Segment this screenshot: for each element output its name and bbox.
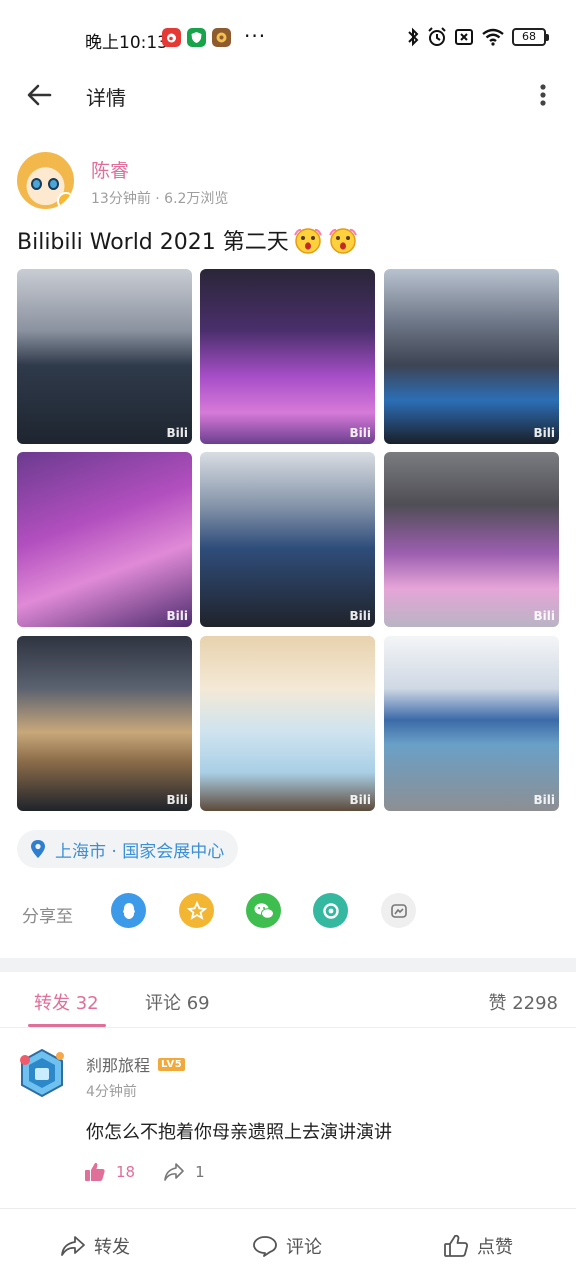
tab-comment[interactable]: 评论 69 xyxy=(145,989,210,1015)
commenter-info: 刹那旅程 LV5 xyxy=(86,1052,186,1076)
share-label: 分享至 xyxy=(22,907,73,927)
back-arrow-icon[interactable] xyxy=(24,80,54,110)
page-title: 详情 xyxy=(86,86,126,110)
author-name[interactable]: 陈睿 xyxy=(91,156,129,183)
photo-watermark: Bili xyxy=(166,609,189,623)
post-tabs: 转发 32 评论 69 赞 2298 xyxy=(0,972,576,1028)
security-app-icon xyxy=(187,28,206,47)
commenter-avatar[interactable] xyxy=(17,1048,67,1098)
repost-label: 转发 xyxy=(94,1237,130,1258)
comment-text: 你怎么不抱着你母亲遗照上去演讲演讲 xyxy=(86,1122,392,1143)
comment-actions: 18 1 xyxy=(84,1162,205,1182)
share-arrow-icon[interactable] xyxy=(163,1162,185,1182)
photo-watermark: Bili xyxy=(533,609,556,623)
commenter-name[interactable]: 刹那旅程 xyxy=(86,1052,150,1076)
photo-1[interactable]: Bili xyxy=(17,269,192,444)
repost-button[interactable]: 转发 xyxy=(60,1233,130,1259)
weibo-app-icon xyxy=(162,28,181,47)
photo-watermark: Bili xyxy=(349,609,372,623)
bottom-action-bar: 转发 评论 点赞 xyxy=(0,1208,576,1280)
thumbs-up-outline-icon xyxy=(444,1234,468,1257)
comment-bubble-icon xyxy=(253,1236,277,1257)
post-meta: 13分钟前 · 6.2万浏览 xyxy=(91,191,229,207)
photo-6[interactable]: Bili xyxy=(384,452,559,627)
bluetooth-icon xyxy=(408,27,419,47)
qq-icon[interactable] xyxy=(111,893,146,928)
post-text-content: Bilibili World 2021 第二天 xyxy=(17,230,289,255)
wifi-icon xyxy=(482,28,504,46)
photo-3[interactable]: Bili xyxy=(384,269,559,444)
photo-7[interactable]: Bili xyxy=(17,636,192,811)
photo-8[interactable]: Bili xyxy=(200,636,375,811)
photo-grid: Bili Bili Bili Bili Bili Bili Bili Bili … xyxy=(17,269,559,811)
photo-watermark: Bili xyxy=(166,793,189,807)
moments-icon[interactable] xyxy=(313,893,348,928)
qzone-icon[interactable] xyxy=(179,893,214,928)
like-label: 点赞 xyxy=(477,1237,513,1258)
photo-watermark: Bili xyxy=(349,426,372,440)
tab-likes[interactable]: 赞 2298 xyxy=(488,989,558,1015)
tab-underline xyxy=(28,1024,106,1027)
level-badge: LV5 xyxy=(158,1057,186,1071)
photo-watermark: Bili xyxy=(533,426,556,440)
like-button[interactable]: 点赞 xyxy=(443,1233,513,1259)
location-pin-icon xyxy=(31,840,45,858)
status-more-dots: ··· xyxy=(244,24,267,48)
comment-like-count: 18 xyxy=(116,1163,136,1181)
verified-badge-icon xyxy=(57,192,74,209)
repost-icon xyxy=(61,1236,85,1256)
comment-item: 刹那旅程 LV5 4分钟前 你怎么不抱着你母亲遗照上去演讲演讲 18 1 xyxy=(0,1040,576,1200)
status-bar: 晚上10:13 ··· 68 xyxy=(0,0,576,76)
photo-9[interactable]: Bili xyxy=(384,636,559,811)
thumbs-up-icon[interactable] xyxy=(84,1162,106,1182)
game-app-icon xyxy=(212,28,231,47)
tab-repost[interactable]: 转发 32 xyxy=(34,989,99,1015)
no-sim-icon xyxy=(455,29,473,45)
share-row: 分享至 xyxy=(22,893,562,933)
post-author: 陈睿 13分钟前 · 6.2万浏览 xyxy=(17,152,557,212)
surprised-emoji-icon xyxy=(328,228,357,254)
status-app-icons xyxy=(162,28,231,47)
photo-watermark: Bili xyxy=(349,793,372,807)
status-time: 晚上10:13 xyxy=(85,33,168,53)
section-divider xyxy=(0,958,576,972)
photo-watermark: Bili xyxy=(166,426,189,440)
comment-share-count: 1 xyxy=(195,1163,205,1181)
post-text: Bilibili World 2021 第二天 xyxy=(17,224,359,256)
comment-time: 4分钟前 xyxy=(86,1084,137,1100)
wechat-icon[interactable] xyxy=(246,893,281,928)
photo-5[interactable]: Bili xyxy=(200,452,375,627)
photo-2[interactable]: Bili xyxy=(200,269,375,444)
comment-label: 评论 xyxy=(286,1237,322,1258)
photo-4[interactable]: Bili xyxy=(17,452,192,627)
dynamic-icon[interactable] xyxy=(381,893,416,928)
alarm-icon xyxy=(428,27,446,46)
status-right-icons: 68 xyxy=(406,27,549,47)
surprised-emoji-icon xyxy=(293,228,322,254)
location-tag[interactable]: 上海市 · 国家会展中心 xyxy=(17,830,239,868)
battery-indicator: 68 xyxy=(512,28,549,46)
more-vertical-icon[interactable] xyxy=(534,80,552,110)
top-bar: 详情 xyxy=(0,70,576,122)
photo-watermark: Bili xyxy=(533,793,556,807)
location-text: 上海市 · 国家会展中心 xyxy=(55,841,225,862)
author-avatar[interactable] xyxy=(17,152,74,209)
comment-button[interactable]: 评论 xyxy=(252,1233,322,1259)
